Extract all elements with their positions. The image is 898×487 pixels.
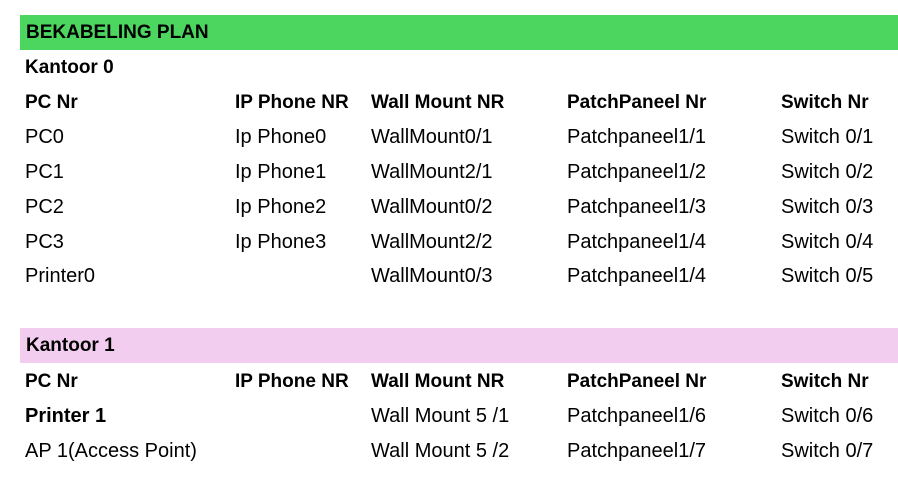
section-1-header-row: PC Nr IP Phone NR Wall Mount NR PatchPan…	[0, 364, 898, 399]
table-row: PC0 Ip Phone0 WallMount0/1 Patchpaneel1/…	[0, 120, 898, 155]
cell-wall-mount: Wall Mount 5 /1	[371, 405, 510, 427]
title-row: BEKABELING PLAN	[0, 15, 898, 50]
cell-pc: PC0	[25, 126, 64, 148]
cell-patchpaneel: Patchpaneel1/6	[567, 405, 707, 427]
cell-switch: Switch 0/1	[781, 126, 874, 148]
cell-pc: Printer 1	[25, 405, 107, 427]
cell-patchpaneel: Patchpaneel1/4	[567, 265, 707, 287]
cell-patchpaneel: Patchpaneel1/1	[567, 126, 707, 148]
header-switch-nr: Switch Nr	[781, 371, 869, 392]
cell-ip-phone: Ip Phone2	[235, 196, 327, 218]
header-pc-nr: PC Nr	[25, 92, 78, 113]
cell-wall-mount: WallMount2/1	[371, 161, 493, 183]
cell-wall-mount: WallMount0/3	[371, 265, 493, 287]
cell-ip-phone: Ip Phone1	[235, 161, 327, 183]
cell-ip-phone: Ip Phone3	[235, 231, 327, 253]
cell-wall-mount: WallMount0/2	[371, 196, 493, 218]
table-row: Printer 1 Wall Mount 5 /1 Patchpaneel1/6…	[0, 399, 898, 434]
cell-patchpaneel: Patchpaneel1/7	[567, 440, 707, 462]
header-ip-phone-nr: IP Phone NR	[235, 371, 349, 392]
table-row: Printer0 WallMount0/3 Patchpaneel1/4 Swi…	[0, 259, 898, 294]
header-switch-nr: Switch Nr	[781, 92, 869, 113]
cell-wall-mount: Wall Mount 5 /2	[371, 440, 510, 462]
section-1-title: Kantoor 1	[26, 335, 115, 356]
section-0-header-row: PC Nr IP Phone NR Wall Mount NR PatchPan…	[0, 85, 898, 120]
header-pc-nr: PC Nr	[25, 371, 78, 392]
header-patchpaneel-nr: PatchPaneel Nr	[567, 371, 707, 392]
table-row: PC3 Ip Phone3 WallMount2/2 Patchpaneel1/…	[0, 225, 898, 260]
header-patchpaneel-nr: PatchPaneel Nr	[567, 92, 707, 113]
header-ip-phone-nr: IP Phone NR	[235, 92, 349, 113]
cell-patchpaneel: Patchpaneel1/2	[567, 161, 707, 183]
section-0-label-row: Kantoor 0	[0, 50, 898, 85]
section-1-label-row: Kantoor 1	[0, 328, 898, 363]
cell-switch: Switch 0/7	[781, 440, 874, 462]
cell-pc: AP 1(Access Point)	[25, 440, 197, 462]
cell-switch: Switch 0/3	[781, 196, 874, 218]
cell-patchpaneel: Patchpaneel1/3	[567, 196, 707, 218]
cell-switch: Switch 0/2	[781, 161, 874, 183]
section-0-title: Kantoor 0	[25, 57, 114, 78]
cell-wall-mount: WallMount2/2	[371, 231, 493, 253]
header-wall-mount-nr: Wall Mount NR	[371, 371, 505, 392]
cell-switch: Switch 0/4	[781, 231, 874, 253]
cell-pc: PC3	[25, 231, 64, 253]
page-title: BEKABELING PLAN	[26, 22, 209, 43]
table-row: PC2 Ip Phone2 WallMount0/2 Patchpaneel1/…	[0, 190, 898, 225]
cell-pc: PC2	[25, 196, 64, 218]
cell-pc: Printer0	[25, 265, 96, 287]
cell-switch: Switch 0/6	[781, 405, 874, 427]
cell-switch: Switch 0/5	[781, 265, 874, 287]
cell-ip-phone: Ip Phone0	[235, 126, 327, 148]
cell-pc: PC1	[25, 161, 64, 183]
cell-wall-mount: WallMount0/1	[371, 126, 493, 148]
cell-patchpaneel: Patchpaneel1/4	[567, 231, 707, 253]
table-row: AP 1(Access Point) Wall Mount 5 /2 Patch…	[0, 434, 898, 469]
table-row: PC1 Ip Phone1 WallMount2/1 Patchpaneel1/…	[0, 155, 898, 190]
header-wall-mount-nr: Wall Mount NR	[371, 92, 505, 113]
